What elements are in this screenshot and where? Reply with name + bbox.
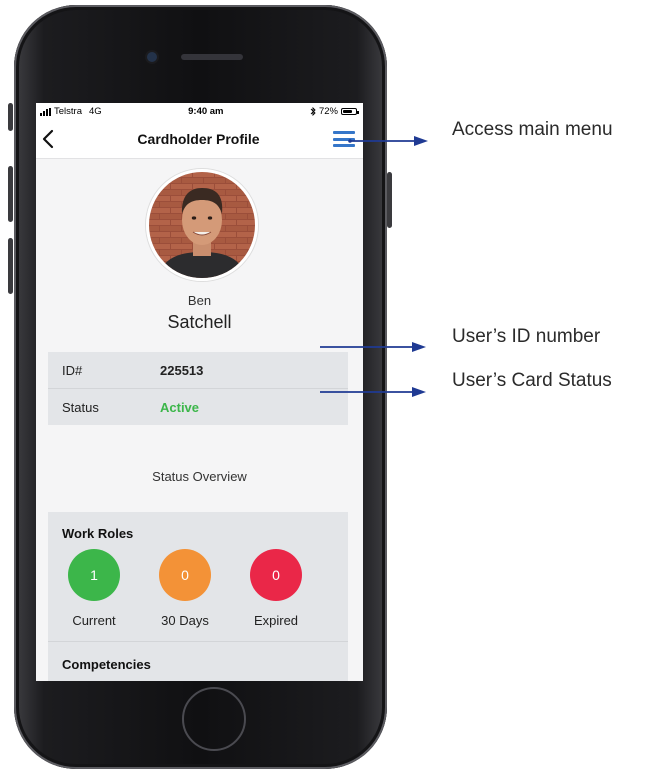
clock: 9:40 am	[188, 106, 224, 117]
status-callout-text: User’s Card Status	[452, 370, 612, 391]
back-button[interactable]	[42, 127, 64, 151]
first-name: Ben	[187, 293, 212, 308]
current-label: Current	[72, 613, 116, 628]
current-count: 1	[90, 567, 98, 583]
menu-callout-text: Access main menu	[452, 119, 613, 140]
id-label: ID#	[62, 362, 83, 378]
status-value: Active	[160, 399, 200, 415]
chevron-left-icon	[42, 129, 54, 149]
thirty-days-label: 30 Days	[161, 613, 209, 628]
divider	[48, 641, 348, 642]
id-callout-text: User’s ID number	[452, 326, 601, 347]
carrier-name: Telstra	[54, 106, 82, 117]
battery-icon	[340, 108, 359, 115]
work-roles-title: Work Roles	[62, 526, 134, 541]
thirty-days-count-badge[interactable]: 0	[159, 549, 211, 601]
signal-icon	[40, 107, 51, 116]
expired-count-badge[interactable]: 0	[250, 549, 302, 601]
avatar	[146, 169, 258, 281]
id-callout-arrow	[320, 342, 426, 352]
id-row: ID# 225513	[48, 352, 348, 388]
id-value: 225513	[160, 362, 204, 378]
status-overview-heading: Status Overview	[152, 469, 247, 484]
status-label: Status	[62, 399, 99, 415]
volume-up-button	[8, 166, 13, 222]
network-type: 4G	[88, 106, 102, 117]
profile-info-table: ID# 225513 Status Active	[48, 352, 348, 425]
home-button[interactable]	[182, 687, 246, 751]
nav-bar: Cardholder Profile	[36, 120, 363, 159]
competencies-title: Competencies	[62, 657, 151, 672]
status-callout-arrow	[320, 387, 426, 397]
page-title: Cardholder Profile	[137, 131, 260, 147]
mute-switch	[8, 103, 13, 131]
front-camera	[147, 52, 157, 62]
power-button	[387, 172, 392, 228]
menu-callout-arrow	[348, 136, 428, 146]
status-row: Status Active	[48, 388, 348, 425]
current-count-badge[interactable]: 1	[68, 549, 120, 601]
thirty-days-count: 0	[181, 567, 189, 583]
volume-down-button	[8, 238, 13, 294]
expired-label: Expired	[253, 613, 299, 628]
work-roles-panel: Work Roles 1 0 0 Current 30 Days Expired…	[48, 512, 348, 681]
app-screen: Telstra 4G 9:40 am 72% Cardholder Profil…	[36, 103, 363, 681]
last-name: Satchell	[167, 312, 232, 332]
bluetooth-icon	[310, 107, 316, 116]
status-bar: Telstra 4G 9:40 am 72%	[36, 103, 363, 120]
battery-percent: 72%	[318, 106, 338, 117]
earpiece-speaker	[181, 54, 243, 60]
expired-count: 0	[272, 567, 280, 583]
